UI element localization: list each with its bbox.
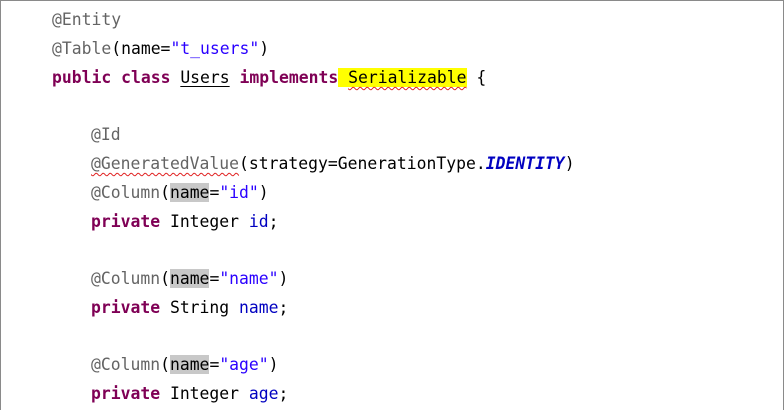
code-token: ) [258, 183, 269, 202]
code-line: @Column(name="age") [1, 353, 279, 377]
highlight-space [338, 68, 349, 87]
code-token: ) [259, 39, 270, 58]
keyword-token: private [91, 212, 161, 231]
string-literal: "name" [219, 269, 279, 288]
annotation-token: @Column [91, 183, 161, 202]
keyword-token: implements [239, 68, 339, 87]
code-line: @Column(name="name") [1, 267, 288, 291]
code-line: private String name; [1, 296, 288, 320]
code-line: @Entity [1, 8, 121, 32]
code-token: ( [160, 355, 170, 374]
keyword-token: class [121, 68, 171, 87]
code-token: (strategy=GenerationType. [239, 154, 486, 173]
code-line: private Integer id; [1, 210, 279, 234]
occurrence-highlight: name [169, 269, 210, 288]
annotation-token: @GeneratedValue [91, 154, 240, 173]
keyword-token: private [91, 298, 161, 317]
code-token: ; [278, 298, 289, 317]
annotation-token: @Entity [52, 10, 122, 29]
code-token: (name= [111, 39, 171, 58]
annotation-token: @Column [91, 269, 161, 288]
code-token: ( [160, 269, 170, 288]
code-token: = [209, 183, 220, 202]
string-literal: "age" [219, 355, 269, 374]
code-line: @GeneratedValue(strategy=GenerationType.… [1, 152, 575, 176]
annotation-token: @Column [91, 355, 161, 374]
field-name-token: age [248, 384, 279, 403]
code-token: Integer [160, 212, 249, 231]
code-token: { [466, 68, 487, 87]
field-name-token: id [248, 212, 269, 231]
code-line: @Column(name="id") [1, 181, 269, 205]
code-token: ) [268, 355, 279, 374]
field-name-token: name [239, 298, 279, 317]
code-token: Integer [160, 384, 249, 403]
enum-constant-token: IDENTITY [485, 154, 565, 173]
code-token: ; [268, 212, 279, 231]
code-token: ; [278, 384, 289, 403]
string-literal: "id" [219, 183, 259, 202]
string-literal: "t_users" [170, 39, 260, 58]
code-line: private Integer age; [1, 382, 288, 406]
interface-name-token[interactable]: Serializable [348, 68, 467, 87]
keyword-token: private [91, 384, 161, 403]
occurrence-highlight: name [169, 183, 210, 202]
code-line: @Id [1, 123, 121, 147]
code-line: public class Users implements Serializab… [1, 66, 486, 90]
code-editor[interactable]: @Entity @Table(name="t_users") public cl… [0, 0, 784, 410]
occurrence-highlight: name [169, 355, 210, 374]
code-token: String [160, 298, 240, 317]
code-token: = [209, 269, 220, 288]
class-name-token[interactable]: Users [180, 68, 229, 87]
code-line: @Table(name="t_users") [1, 37, 269, 61]
code-token: ) [278, 269, 289, 288]
annotation-token: @Id [91, 125, 121, 144]
code-token: ( [160, 183, 170, 202]
keyword-token: public [52, 68, 112, 87]
code-token: ) [564, 154, 575, 173]
annotation-token: @Table [52, 39, 112, 58]
code-token: = [209, 355, 220, 374]
